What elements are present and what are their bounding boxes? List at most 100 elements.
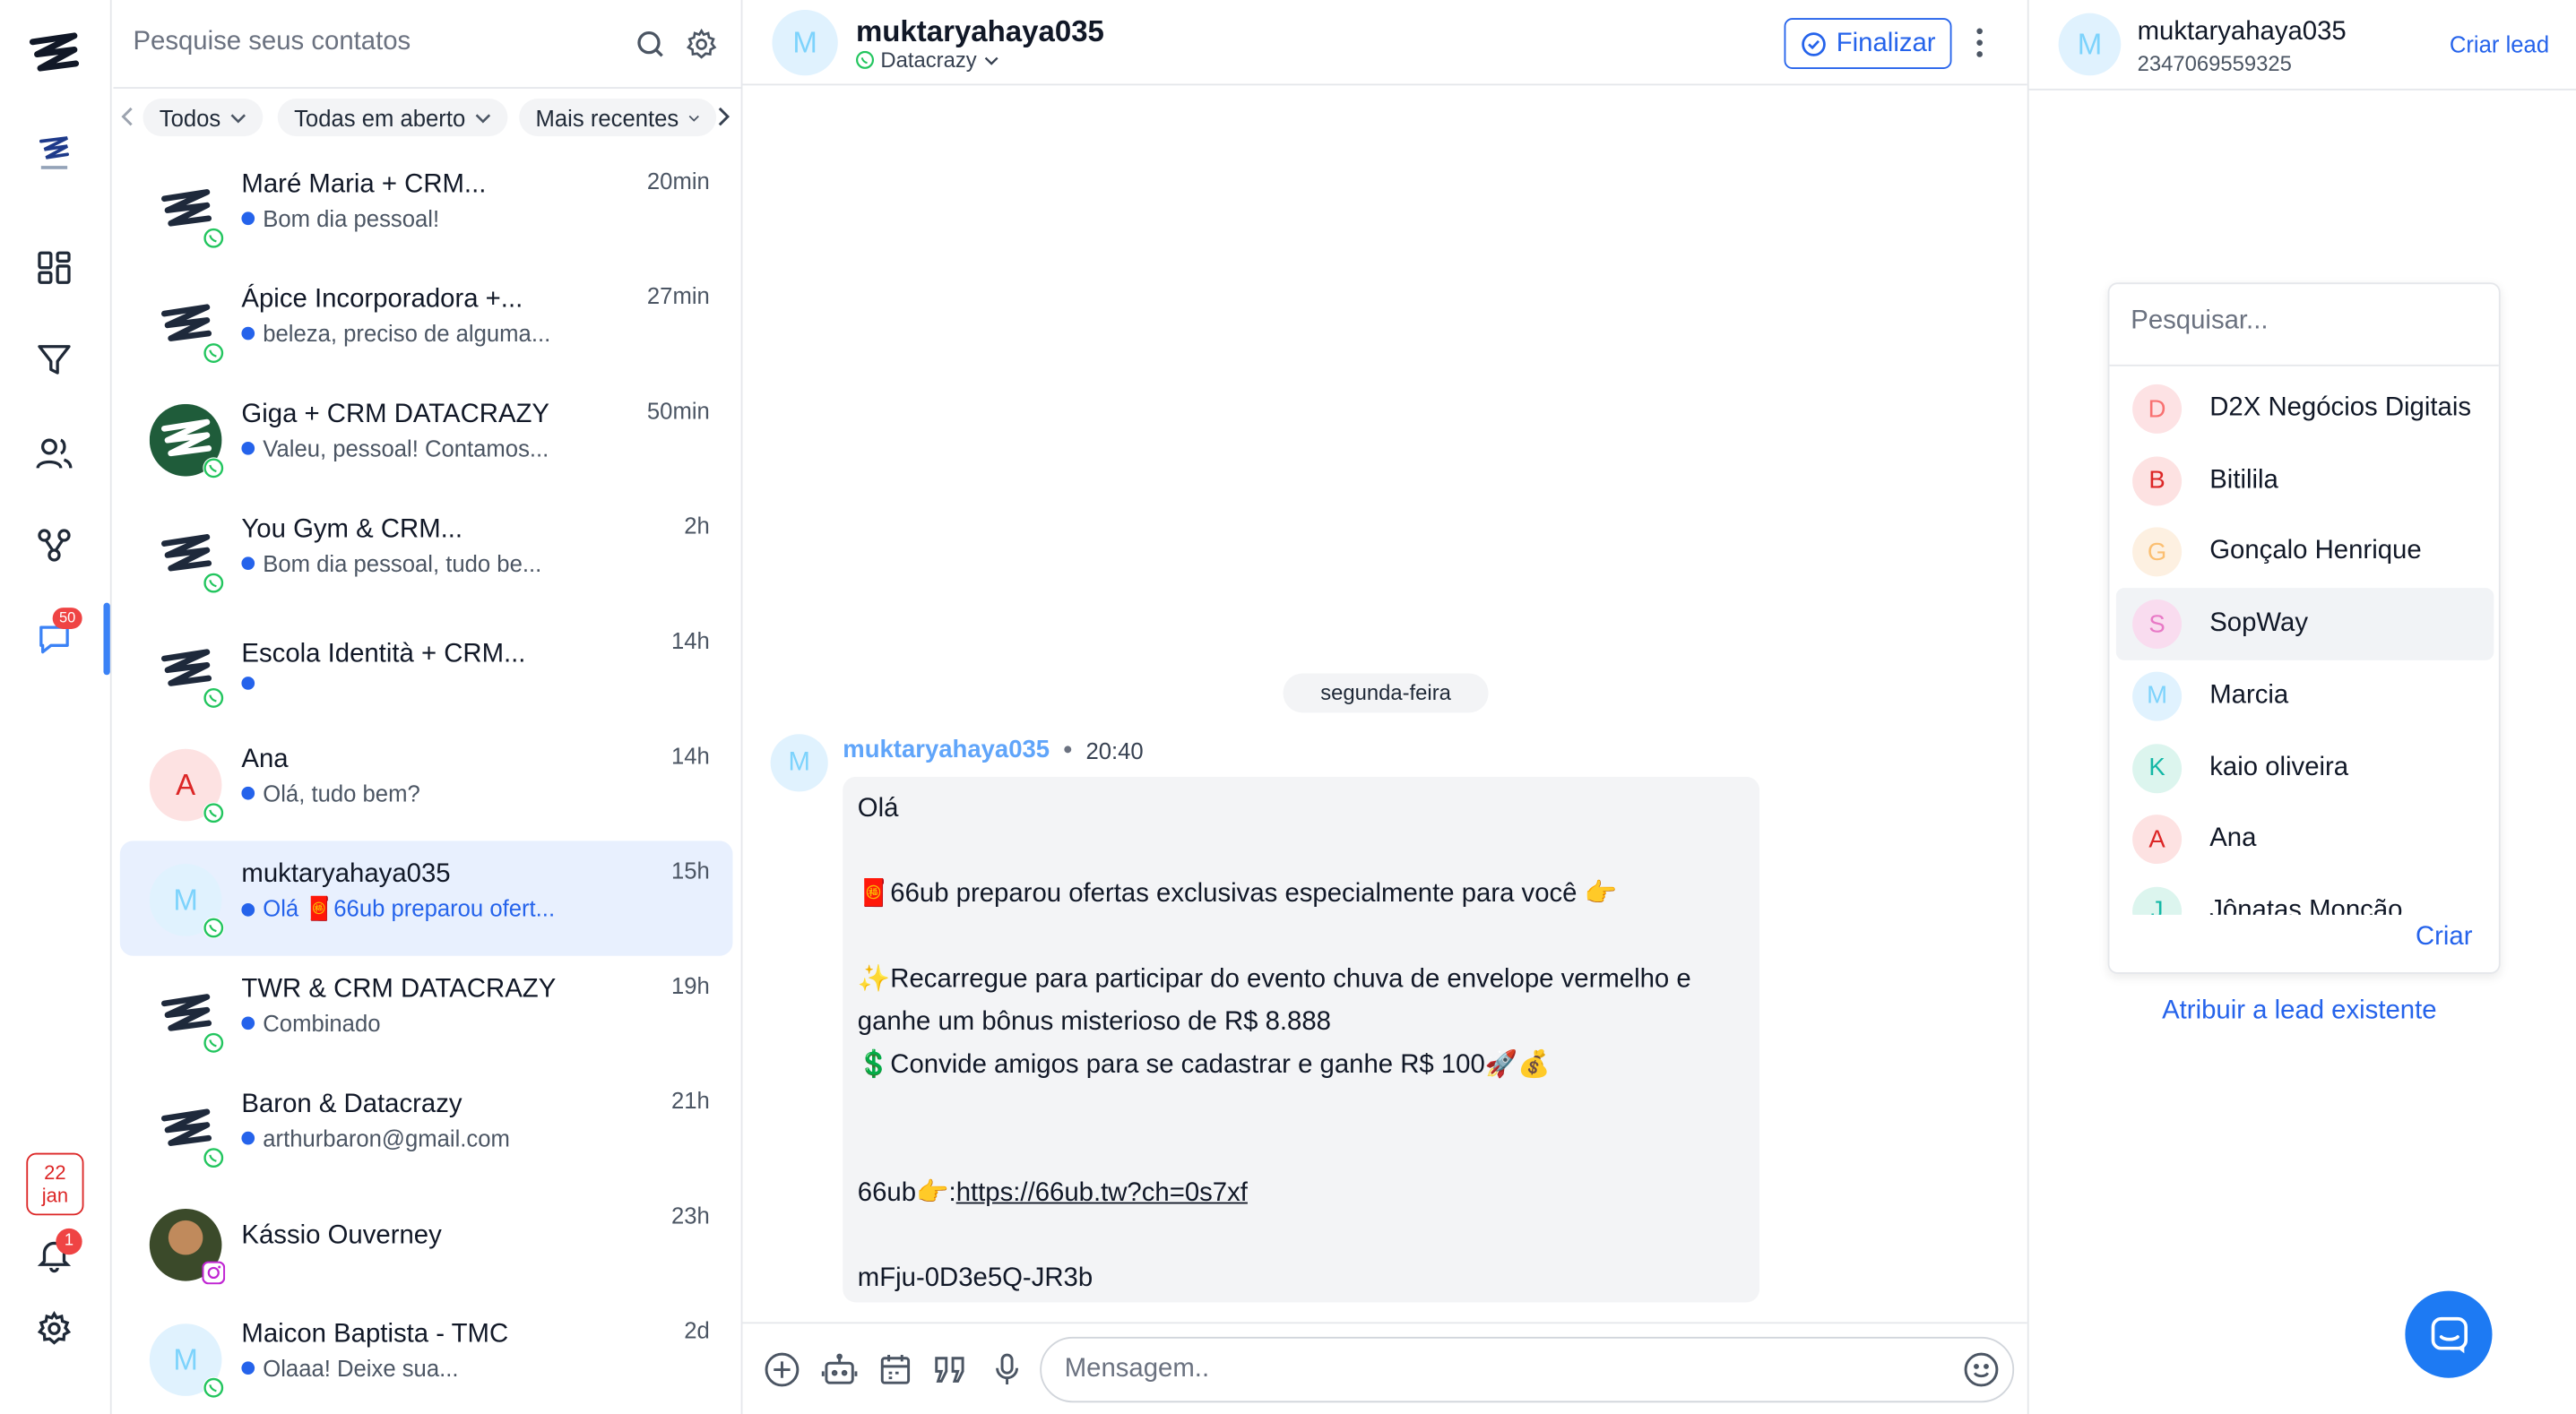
conversation-name: Maré Maria + CRM...	[241, 170, 487, 199]
contacts-icon[interactable]	[28, 427, 81, 480]
whatsapp-icon	[202, 917, 225, 940]
chevron-down-icon	[231, 113, 246, 123]
message-time: 20:40	[1085, 737, 1144, 763]
preview-text: Olá 🧧66ub preparou ofert...	[263, 894, 556, 922]
emoji-icon[interactable]	[1961, 1350, 2001, 1398]
conversation-time: 23h	[670, 1202, 710, 1229]
filter-chip-label: Todas em aberto	[294, 104, 466, 131]
message-composer	[742, 1322, 2027, 1414]
unread-dot	[241, 677, 255, 690]
unread-dot	[241, 556, 255, 570]
conversation-item[interactable]: Kássio Ouverney 23h	[120, 1186, 733, 1300]
whatsapp-icon	[856, 50, 875, 69]
integrations-icon[interactable]	[28, 519, 81, 572]
conversation-item[interactable]: Giga + CRM DATACRAZY Valeu, pessoal! Cont…	[120, 381, 733, 496]
more-options-icon[interactable]	[1975, 26, 1984, 67]
conversation-item[interactable]: Mmuktaryahaya035 Olá 🧧66ub preparou ofert…	[119, 841, 733, 956]
preview-text: Bom dia pessoal, tudo be...	[263, 549, 542, 577]
message-sender-avatar: M	[770, 734, 828, 792]
conversation-preview: beleza, preciso de alguma...	[241, 320, 550, 347]
lead-search-input[interactable]	[2131, 306, 2477, 337]
lead-option[interactable]: Kkaio oliveira	[2116, 732, 2494, 805]
conversation-item[interactable]: TWR & CRM DATACRAZY Combinado 19h	[120, 956, 733, 1071]
chat-contact-name[interactable]: muktaryahaya035	[856, 14, 1104, 48]
whatsapp-icon	[202, 1146, 225, 1169]
lead-option-label: Ana	[2209, 824, 2257, 853]
contacts-search-input[interactable]	[133, 28, 610, 58]
filter-chip-label: Todos	[159, 104, 221, 131]
contact-avatar[interactable]: M	[772, 9, 838, 76]
filter-chip-sort[interactable]: Mais recentes	[519, 98, 717, 137]
conversation-time: 2d	[684, 1316, 710, 1344]
app-logo-icon[interactable]	[28, 30, 81, 82]
filter-chip-all[interactable]: Todos	[143, 98, 264, 137]
conversation-time: 27min	[646, 282, 710, 309]
conversation-name: Escola Identità + CRM...	[241, 640, 526, 668]
support-chat-button[interactable]	[2405, 1290, 2493, 1378]
date-widget[interactable]: 22 jan	[26, 1152, 84, 1216]
conversation-item[interactable]: Maré Maria + CRM... Bom dia pessoal! 20min	[120, 151, 733, 266]
conversation-name: Kássio Ouverney	[241, 1221, 442, 1250]
conversation-preview: Olaaa! Deixe sua...	[241, 1355, 458, 1381]
conversation-item[interactable]: You Gym & CRM... Bom dia pessoal, tudo be…	[120, 496, 733, 611]
chevron-left-icon[interactable]	[120, 105, 136, 136]
create-lead-button[interactable]: Criar lead	[2450, 31, 2549, 57]
preview-text: Olá, tudo bem?	[263, 780, 420, 806]
calendar-icon[interactable]	[876, 1350, 915, 1390]
conversation-name: muktaryahaya035	[241, 860, 451, 889]
filter-chip-status[interactable]: Todas em aberto	[277, 98, 508, 137]
conversation-time: 21h	[670, 1087, 710, 1114]
lead-option[interactable]: D D2X Negócios Digitais	[2116, 373, 2494, 445]
channel-selector[interactable]: Datacrazy	[856, 47, 998, 73]
add-attachment-icon[interactable]	[762, 1350, 801, 1390]
whatsapp-icon	[202, 457, 225, 480]
conversation-item[interactable]: Baron & Datacrazy arthurbaron@gmail.com 21…	[120, 1071, 733, 1186]
channel-label: Datacrazy	[880, 47, 977, 73]
lead-contact-name: muktaryahaya035	[2137, 18, 2347, 47]
bot-icon[interactable]	[820, 1350, 860, 1390]
dashboard-icon[interactable]	[28, 241, 81, 294]
preview-text: arthurbaron@gmail.com	[263, 1125, 510, 1151]
funnel-icon[interactable]	[28, 333, 81, 386]
lead-option[interactable]: J Jônatas Monção	[2116, 875, 2494, 915]
chat-badge: 50	[52, 608, 82, 629]
message-link-prefix: 66ub👉:	[857, 1178, 956, 1208]
lead-option[interactable]: G Gonçalo Henrique	[2116, 516, 2494, 589]
filter-row: Todos Todas em aberto Mais recentes	[113, 95, 742, 141]
message-line: 💲Convide amigos para se cadastrar e ganh…	[857, 1050, 1551, 1080]
create-button[interactable]: Criar	[2416, 923, 2473, 953]
notification-badge: 1	[56, 1228, 82, 1255]
message-input[interactable]	[1040, 1336, 2015, 1403]
lead-option[interactable]: A Ana	[2116, 804, 2494, 876]
assign-existing-lead-link[interactable]: Atribuir a lead existente	[2162, 997, 2436, 1027]
workspace-logo-icon[interactable]	[28, 128, 81, 181]
message-link[interactable]: https://66ub.tw?ch=0s7xf	[956, 1179, 1248, 1207]
whatsapp-icon	[202, 1031, 225, 1055]
conversation-preview: Combinado	[241, 1010, 381, 1036]
chevron-right-icon[interactable]	[714, 105, 730, 136]
message-link-line: 66ub👉:https://66ub.tw?ch=0s7xf	[858, 1173, 1745, 1216]
settings-gear-icon[interactable]	[28, 1302, 81, 1355]
conversation-item[interactable]: A Ana Olá, tudo bem? 14h	[120, 726, 733, 841]
lead-option[interactable]: S SopWay	[2115, 588, 2494, 660]
contacts-settings-icon[interactable]	[685, 28, 718, 69]
conversation-item[interactable]: Ápice Incorporadora +... beleza, preciso …	[120, 266, 733, 381]
chevron-down-icon	[688, 114, 700, 121]
conversation-preview: Bom dia pessoal, tudo be...	[241, 550, 541, 576]
conversation-item[interactable]: M Maicon Baptista - TMC Olaaa! Deixe sua..…	[120, 1301, 733, 1414]
lead-option[interactable]: B Bitilila	[2116, 444, 2494, 517]
message-sender-name: muktaryahaya035	[843, 736, 1050, 764]
lead-option[interactable]: M Marcia	[2116, 660, 2494, 732]
message-line: 🧧66ub preparou ofertas exclusivas especi…	[857, 880, 1618, 909]
search-icon[interactable]	[635, 30, 665, 67]
lead-option-label: D2X Negócios Digitais	[2209, 393, 2472, 423]
microphone-icon[interactable]	[988, 1350, 1027, 1390]
conversation-item[interactable]: Escola Identità + CRM... 14h	[120, 611, 733, 726]
unread-dot	[241, 1016, 255, 1030]
quote-icon[interactable]	[929, 1350, 969, 1390]
conversation-time: 50min	[646, 397, 710, 424]
conversation-preview	[241, 677, 263, 690]
finalize-button[interactable]: Finalizar	[1784, 18, 1952, 69]
lead-option-avatar: D	[2132, 384, 2183, 434]
whatsapp-icon	[202, 227, 225, 250]
